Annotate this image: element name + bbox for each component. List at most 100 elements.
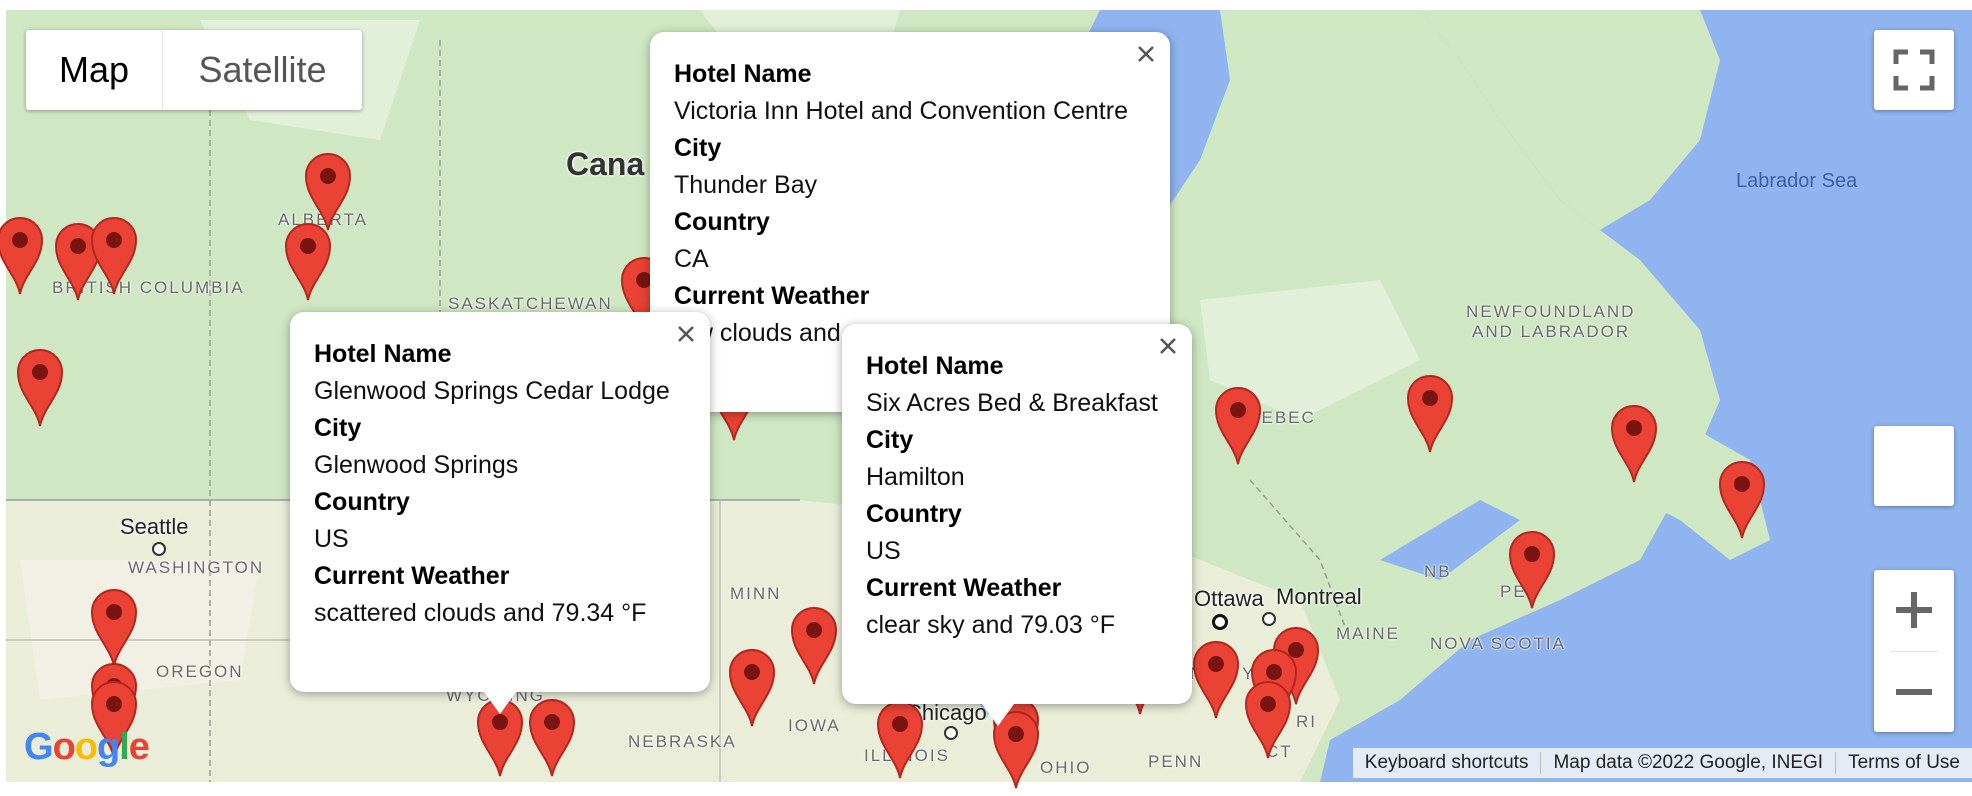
country-label: Country — [314, 488, 410, 516]
country-label-canada: Cana — [566, 146, 645, 182]
marker-icon — [284, 223, 332, 301]
keyboard-shortcuts-link[interactable]: Keyboard shortcuts — [1353, 752, 1541, 774]
close-icon[interactable] — [672, 320, 700, 348]
region-label-washington: WASHINGTON — [128, 558, 265, 577]
close-icon[interactable] — [1132, 40, 1160, 68]
zoom-in-icon — [1896, 592, 1932, 628]
map-marker[interactable] — [14, 344, 66, 428]
country-value: US — [866, 537, 901, 565]
weather-label: Current Weather — [314, 562, 510, 590]
map-marker[interactable] — [788, 602, 840, 686]
marker-icon — [16, 349, 64, 427]
marker-icon — [728, 649, 776, 727]
region-label-ohio: OHIO — [1040, 758, 1092, 777]
marker-icon — [90, 589, 138, 667]
map-type-map-button[interactable]: Map — [26, 30, 163, 110]
map-marker[interactable] — [726, 644, 778, 728]
map-marker[interactable] — [1242, 676, 1294, 760]
country-value: US — [314, 525, 349, 553]
map-marker[interactable] — [526, 694, 578, 778]
hotel-name-value: Glenwood Springs Cedar Lodge — [314, 377, 670, 405]
country-label: Country — [866, 500, 962, 528]
region-label-nova-scotia: NOVA SCOTIA — [1430, 634, 1566, 653]
map-marker[interactable] — [1608, 400, 1660, 484]
map-marker[interactable] — [88, 212, 140, 296]
google-logo[interactable]: Google — [24, 726, 150, 769]
region-label-nb: NB — [1424, 562, 1452, 581]
region-label-iowa: IOWA — [788, 716, 841, 735]
marker-icon — [528, 699, 576, 777]
city-label-seattle: Seattle — [120, 514, 189, 539]
hotel-name-label: Hotel Name — [866, 352, 1004, 380]
region-label-minnesota: MINN — [730, 584, 782, 603]
attribution-bar: Keyboard shortcuts Map data ©2022 Google… — [1352, 748, 1972, 778]
info-window-hamilton: Hotel Name Six Acres Bed & Breakfast Cit… — [842, 324, 1192, 726]
hotel-name-value: Victoria Inn Hotel and Convention Centre — [674, 97, 1128, 125]
city-dot-ottawa — [1212, 614, 1228, 630]
region-label-and-labrador: AND LABRADOR — [1472, 322, 1631, 341]
city-dot-seattle — [152, 542, 166, 556]
marker-icon — [1214, 387, 1262, 465]
country-value: CA — [674, 245, 709, 273]
hotel-name-value: Six Acres Bed & Breakfast — [866, 389, 1158, 417]
sea-label-labrador: Labrador Sea — [1736, 170, 1858, 192]
map-marker[interactable] — [1190, 636, 1242, 720]
region-label-maine: MAINE — [1336, 624, 1400, 643]
map-canvas[interactable]: Cana BRITISH COLUMBIA ALBERTA SASKATCHEW… — [0, 0, 1972, 796]
region-label-pennsylvania: PENN — [1148, 752, 1204, 771]
map-marker[interactable] — [1506, 526, 1558, 610]
marker-icon — [1718, 461, 1766, 539]
city-label: City — [866, 426, 914, 454]
marker-icon — [876, 701, 924, 779]
weather-label: Current Weather — [674, 282, 870, 310]
map-marker[interactable] — [88, 584, 140, 668]
region-label-saskatchewan: SASKATCHEWAN — [448, 294, 613, 313]
city-label-ottawa: Ottawa — [1194, 586, 1264, 611]
marker-icon — [1610, 405, 1658, 483]
city-value: Glenwood Springs — [314, 451, 519, 479]
weather-value: scattered clouds and 79.34 °F — [314, 599, 647, 627]
city-label-montreal: Montreal — [1276, 584, 1362, 609]
region-label-nebraska: NEBRASKA — [628, 732, 737, 751]
marker-icon — [1508, 531, 1556, 609]
zoom-out-icon — [1896, 689, 1932, 695]
map-data-attribution: Map data ©2022 Google, INEGI — [1540, 752, 1835, 774]
city-value: Thunder Bay — [674, 171, 818, 199]
map-type-satellite-button[interactable]: Satellite — [163, 30, 362, 110]
marker-icon — [790, 607, 838, 685]
map-marker[interactable] — [1716, 456, 1768, 540]
map-marker[interactable] — [874, 696, 926, 780]
marker-icon — [1192, 641, 1240, 719]
city-label: City — [674, 134, 722, 162]
info-window-tail — [982, 704, 1014, 726]
marker-icon — [1244, 681, 1292, 759]
city-label: City — [314, 414, 362, 442]
weather-label: Current Weather — [866, 574, 1062, 602]
map-marker[interactable] — [1404, 370, 1456, 454]
zoom-out-button[interactable] — [1874, 652, 1954, 732]
hotel-name-label: Hotel Name — [314, 340, 452, 368]
info-window-tail — [484, 692, 516, 714]
region-label-oregon: OREGON — [156, 662, 244, 681]
map-type-control: Map Satellite — [26, 30, 362, 110]
map-marker[interactable] — [282, 218, 334, 302]
close-icon[interactable] — [1154, 332, 1182, 360]
info-window-glenwood-springs: Hotel Name Glenwood Springs Cedar Lodge … — [290, 312, 710, 714]
map-marker[interactable] — [0, 212, 46, 296]
street-view-control[interactable] — [1874, 426, 1954, 506]
map-marker[interactable] — [1212, 382, 1264, 466]
fullscreen-button[interactable] — [1874, 30, 1954, 110]
city-dot-chicago — [944, 726, 958, 740]
weather-value: clear sky and 79.03 °F — [866, 611, 1116, 639]
terms-of-use-link[interactable]: Terms of Use — [1835, 752, 1972, 774]
zoom-in-button[interactable] — [1874, 570, 1954, 650]
fullscreen-icon — [1893, 49, 1935, 91]
hotel-name-label: Hotel Name — [674, 60, 812, 88]
region-label-newfoundland: NEWFOUNDLAND — [1466, 302, 1636, 321]
city-value: Hamilton — [866, 463, 965, 491]
marker-icon — [1406, 375, 1454, 453]
marker-icon — [90, 217, 138, 295]
country-label: Country — [674, 208, 770, 236]
marker-icon — [0, 217, 44, 295]
zoom-control — [1874, 570, 1954, 732]
